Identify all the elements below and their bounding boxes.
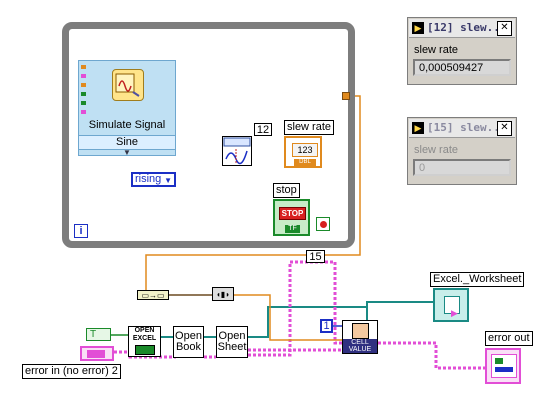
close-icon[interactable]: ✕ [497,21,512,36]
excel-window-icon [135,345,155,355]
bundle-node[interactable]: ▭→▭ [137,290,169,300]
slew-rate-subvi[interactable] [222,136,252,166]
stop-button-terminal[interactable]: STOP TF [273,199,310,236]
ring-value: rising [135,173,162,185]
probe-window-15-titlebar[interactable]: ▶ [15] slew... ✕ [409,119,515,138]
open-excel-subvi[interactable]: OPEN EXCEL [128,326,161,357]
input-terminal-3 [81,83,86,87]
iteration-constant[interactable]: 12 [254,123,272,136]
pink-wire-3 [248,260,342,357]
refnum-arrow-icon: ▶ [451,308,458,318]
error-status-icon [495,358,503,364]
probe-window-15-title: [15] slew... [427,121,507,134]
edge-ring-constant[interactable]: rising ▼ [131,172,176,187]
loop-condition-terminal[interactable] [316,217,330,231]
close-icon[interactable]: ✕ [497,121,512,136]
loop-count-output[interactable]: 15 [306,250,325,263]
error-in-label: error in (no error) 2 [22,364,121,379]
indicator-type-tag: DBL [294,159,316,166]
type-cast-node[interactable]: ◖▮◗ [212,287,234,301]
bool-type-tag: TF [285,225,300,233]
express-vi-title: Simulate Signal [88,119,166,131]
probe-window-15-label: slew rate [414,144,459,156]
pink-wire-5 [378,341,485,370]
slew-rate-indicator[interactable]: 123 DBL [284,136,322,168]
error-code-icon [495,367,513,372]
open-book-subvi[interactable]: Open Book [173,326,204,358]
expand-arrow-icon[interactable]: ▼ [79,149,175,157]
probe-window-15[interactable]: ▶ [15] slew... ✕ slew rate 0 [407,117,517,185]
open-sheet-subvi[interactable]: Open Sheet [216,326,248,358]
error-out-terminal[interactable] [485,348,521,384]
probe-window-12-title: [12] slew... [427,21,507,34]
stop-button-face: STOP [279,207,306,220]
input-terminal-1 [81,65,86,69]
true-constant[interactable]: T [86,328,111,341]
probe-window-12-label: slew rate [414,44,459,56]
true-constant-value: T [90,329,97,340]
simulate-signal-express-vi[interactable]: Simulate Signal Sine ▼ [78,60,176,157]
probe-icon: ▶ [412,122,424,134]
input-terminal-2 [81,74,86,78]
shift-register-terminal[interactable] [342,92,350,100]
input-terminal-4 [81,92,86,96]
input-terminal-6 [81,110,86,114]
cell-value-subvi[interactable]: CELL VALUE [342,320,378,354]
worksheet-label: Excel._Worksheet [430,272,525,287]
error-in-terminal[interactable] [80,346,114,361]
open-excel-text: OPEN EXCEL [132,327,157,342]
slew-rate-label: slew rate [284,120,335,135]
spreadsheet-person-icon [352,323,369,339]
worksheet-refnum-terminal[interactable]: ▶ [433,288,469,322]
error-cluster-icon [87,350,105,358]
stop-if-true-icon [320,221,327,228]
probe-window-12-value: 0,000509427 [413,59,511,76]
probe-icon: ▶ [412,22,424,34]
signal-generator-icon [112,69,144,101]
input-terminal-5 [81,101,86,105]
probe-window-15-value: 0 [413,159,511,176]
cell-value-text: CELL VALUE [343,339,377,353]
teal-wire-4 [366,301,433,307]
loop-iteration-terminal[interactable]: i [74,224,88,238]
stop-label: stop [273,183,300,198]
probe-window-12[interactable]: ▶ [12] slew... ✕ slew rate 0,000509427 [407,17,517,85]
ring-dropdown-icon[interactable]: ▼ [164,175,172,186]
indicator-value-box: 123 [292,143,318,157]
probe-window-12-titlebar[interactable]: ▶ [12] slew... ✕ [409,19,515,38]
error-out-label: error out [485,331,533,346]
row-constant[interactable]: 1 [320,319,333,333]
